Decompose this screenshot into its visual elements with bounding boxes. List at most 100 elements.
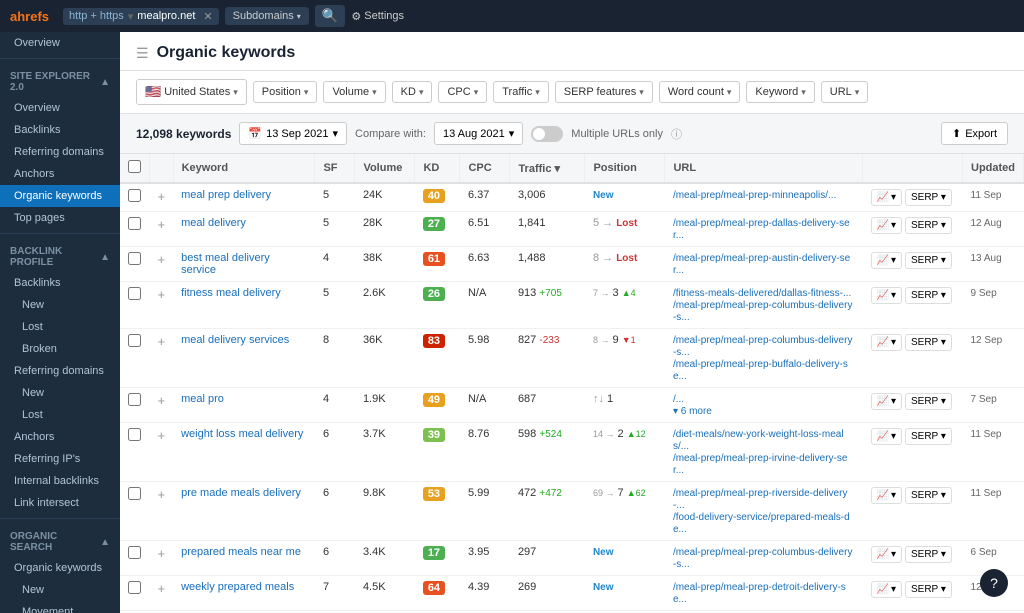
col-header-url[interactable]: URL xyxy=(665,154,863,183)
sidebar-item-overview-top[interactable]: Overview xyxy=(0,32,120,54)
keyword-link[interactable]: meal pro xyxy=(181,393,224,405)
chart-dropdown[interactable]: ▾ xyxy=(891,396,896,407)
multiple-urls-toggle[interactable] xyxy=(531,126,563,142)
keyword-url-link[interactable]: /meal-prep/meal-prep-minneapolis/... xyxy=(673,190,836,201)
chart-dropdown[interactable]: ▾ xyxy=(891,255,896,266)
serp-dropdown[interactable]: ▾ xyxy=(941,549,946,560)
keyword-url-link[interactable]: /meal-prep/meal-prep-columbus-delivery-s… xyxy=(673,547,853,570)
serp-dropdown[interactable]: ▾ xyxy=(941,290,946,301)
chart-dropdown[interactable]: ▾ xyxy=(891,549,896,560)
serp-button[interactable]: SERP ▾ xyxy=(905,487,952,504)
volume-filter[interactable]: Volume ▾ xyxy=(323,81,385,103)
col-header-checkbox[interactable] xyxy=(120,154,150,183)
chart-dropdown[interactable]: ▾ xyxy=(891,220,896,231)
row-checkbox[interactable] xyxy=(128,334,141,347)
keyword-link[interactable]: meal delivery xyxy=(181,217,246,229)
help-button[interactable]: ? xyxy=(980,569,1008,597)
chart-dropdown[interactable]: ▾ xyxy=(891,192,896,203)
keyword-url-link[interactable]: /meal-prep/meal-prep-dallas-delivery-ser… xyxy=(673,218,850,241)
col-header-sf[interactable]: SF xyxy=(315,154,355,183)
sidebar-item-bp-internal-backlinks[interactable]: Internal backlinks xyxy=(0,470,120,492)
serp-dropdown[interactable]: ▾ xyxy=(941,431,946,442)
serp-button[interactable]: SERP ▾ xyxy=(905,287,952,304)
compare-date-selector[interactable]: 13 Aug 2021 ▾ xyxy=(434,122,523,145)
sidebar-item-bp-anchors[interactable]: Anchors xyxy=(0,426,120,448)
sidebar-item-backlinks[interactable]: Backlinks xyxy=(0,119,120,141)
keyword-link[interactable]: fitness meal delivery xyxy=(181,287,281,299)
sidebar-item-bp-lost[interactable]: Lost xyxy=(0,316,120,338)
keyword-link[interactable]: pre made meals delivery xyxy=(181,487,301,499)
chart-button[interactable]: 📈 ▾ xyxy=(871,546,902,563)
serp-button[interactable]: SERP ▾ xyxy=(905,334,952,351)
select-all-checkbox[interactable] xyxy=(128,160,141,173)
keyword-link[interactable]: best meal delivery service xyxy=(181,252,270,276)
add-keyword-button[interactable]: + xyxy=(158,393,166,408)
keyword-link[interactable]: weight loss meal delivery xyxy=(181,428,303,440)
serp-button[interactable]: SERP ▾ xyxy=(905,252,952,269)
keyword-link[interactable]: meal prep delivery xyxy=(181,189,271,201)
keyword-url-link[interactable]: /meal-prep/meal-prep-austin-delivery-ser… xyxy=(673,253,850,276)
url-more-link[interactable]: ▾ 6 more xyxy=(673,406,712,417)
chart-dropdown[interactable]: ▾ xyxy=(891,431,896,442)
col-header-updated[interactable]: Updated xyxy=(963,154,1024,183)
serp-dropdown[interactable]: ▾ xyxy=(941,396,946,407)
traffic-filter[interactable]: Traffic ▾ xyxy=(493,81,548,103)
collapse-section2-button[interactable]: ▲ xyxy=(100,252,110,263)
keyword-url-link[interactable]: /fitness-meals-delivered/dallas-fitness-… xyxy=(673,288,851,299)
chart-button[interactable]: 📈 ▾ xyxy=(871,393,902,410)
url-extra-link[interactable]: /meal-prep/meal-prep-irvine-delivery-ser… xyxy=(673,453,848,476)
chart-button[interactable]: 📈 ▾ xyxy=(871,487,902,504)
chart-button[interactable]: 📈 ▾ xyxy=(871,287,902,304)
word-count-filter[interactable]: Word count ▾ xyxy=(659,81,741,103)
collapse-section3-button[interactable]: ▲ xyxy=(100,537,110,548)
url-extra-link[interactable]: /food-delivery-service/prepared-meals-de… xyxy=(673,512,850,535)
serp-dropdown[interactable]: ▾ xyxy=(941,192,946,203)
row-checkbox[interactable] xyxy=(128,217,141,230)
keyword-url-link[interactable]: /diet-meals/new-york-weight-loss-meals/.… xyxy=(673,429,844,452)
col-header-position[interactable]: Position xyxy=(585,154,665,183)
keyword-url-link[interactable]: /meal-prep/meal-prep-riverside-delivery-… xyxy=(673,488,848,511)
serp-button[interactable]: SERP ▾ xyxy=(905,189,952,206)
keyword-link[interactable]: meal delivery services xyxy=(181,334,289,346)
serp-dropdown[interactable]: ▾ xyxy=(941,490,946,501)
sidebar-item-referring-domains[interactable]: Referring domains xyxy=(0,141,120,163)
col-header-traffic[interactable]: Traffic ▾ xyxy=(510,154,585,183)
serp-button[interactable]: SERP ▾ xyxy=(905,546,952,563)
serp-dropdown[interactable]: ▾ xyxy=(941,584,946,595)
row-checkbox[interactable] xyxy=(128,252,141,265)
row-checkbox[interactable] xyxy=(128,581,141,594)
chart-button[interactable]: 📈 ▾ xyxy=(871,334,902,351)
serp-dropdown[interactable]: ▾ xyxy=(941,337,946,348)
collapse-section1-button[interactable]: ▲ xyxy=(100,77,110,88)
row-checkbox[interactable] xyxy=(128,189,141,202)
keyword-url-link[interactable]: /... xyxy=(673,394,684,405)
keyword-link[interactable]: weekly prepared meals xyxy=(181,581,294,593)
sidebar-item-bp-new[interactable]: New xyxy=(0,294,120,316)
serp-button[interactable]: SERP ▾ xyxy=(905,428,952,445)
sidebar-item-os-organic-keywords[interactable]: Organic keywords xyxy=(0,557,120,579)
row-checkbox[interactable] xyxy=(128,546,141,559)
serp-button[interactable]: SERP ▾ xyxy=(905,217,952,234)
chart-dropdown[interactable]: ▾ xyxy=(891,337,896,348)
settings-button[interactable]: ⚙ Settings xyxy=(351,10,404,23)
sidebar-item-top-pages[interactable]: Top pages xyxy=(0,207,120,229)
add-keyword-button[interactable]: + xyxy=(158,546,166,561)
sidebar-item-bp-referring-domains[interactable]: Referring domains xyxy=(0,360,120,382)
col-header-cpc[interactable]: CPC xyxy=(460,154,510,183)
row-checkbox[interactable] xyxy=(128,287,141,300)
add-keyword-button[interactable]: + xyxy=(158,252,166,267)
clear-domain-button[interactable]: ✕ xyxy=(203,10,212,23)
sidebar-item-bp-rd-new[interactable]: New xyxy=(0,382,120,404)
add-keyword-button[interactable]: + xyxy=(158,189,166,204)
chart-button[interactable]: 📈 ▾ xyxy=(871,581,902,598)
sidebar-item-os-movement[interactable]: Movement xyxy=(0,601,120,613)
row-checkbox[interactable] xyxy=(128,393,141,406)
keyword-link[interactable]: prepared meals near me xyxy=(181,546,301,558)
chart-dropdown[interactable]: ▾ xyxy=(891,584,896,595)
search-button[interactable]: 🔍 xyxy=(315,5,346,27)
add-keyword-button[interactable]: + xyxy=(158,217,166,232)
sidebar-item-bp-backlinks[interactable]: Backlinks xyxy=(0,272,120,294)
sidebar-item-anchors[interactable]: Anchors xyxy=(0,163,120,185)
add-keyword-button[interactable]: + xyxy=(158,428,166,443)
chart-dropdown[interactable]: ▾ xyxy=(891,290,896,301)
